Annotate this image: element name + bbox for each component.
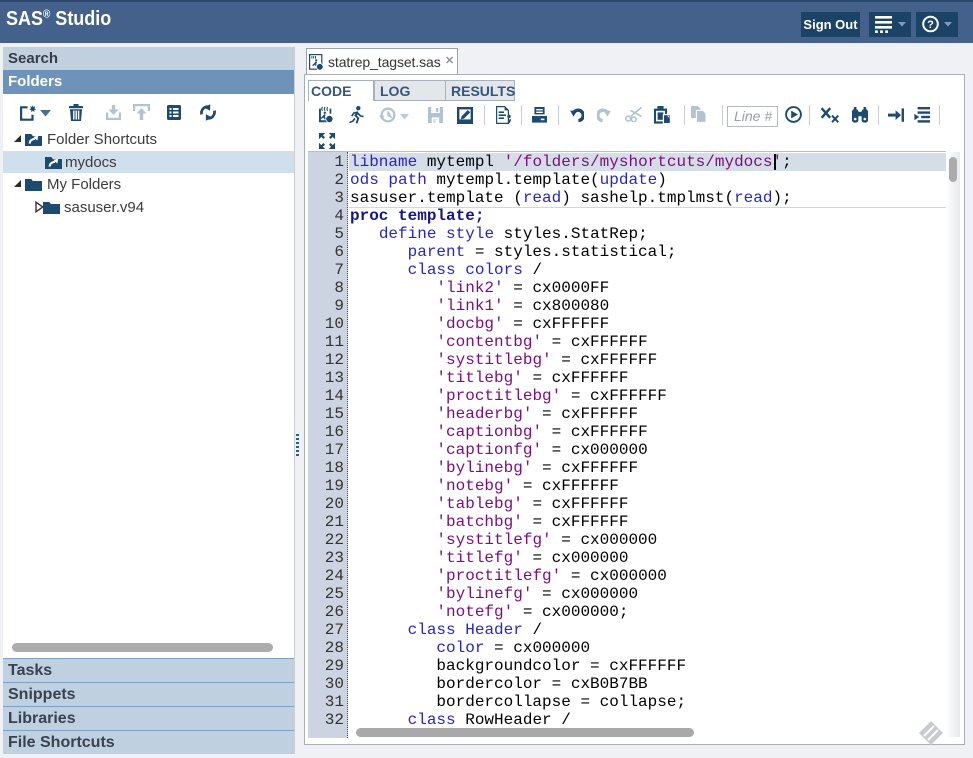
- svg-text:?: ?: [927, 19, 934, 31]
